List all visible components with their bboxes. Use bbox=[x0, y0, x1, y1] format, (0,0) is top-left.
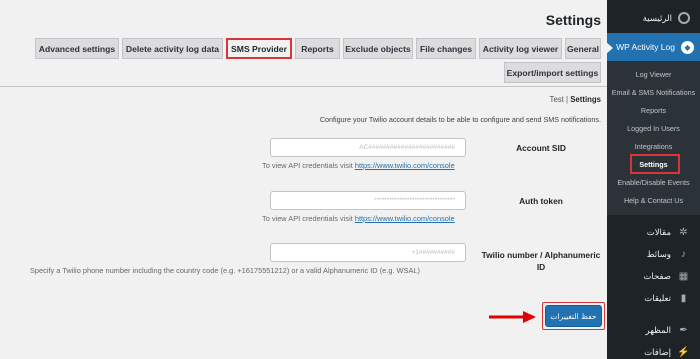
sidebar-item-posts[interactable]: مقالات ✲ bbox=[607, 221, 700, 243]
tab-file-changes[interactable]: File changes bbox=[416, 38, 476, 59]
tab-reports[interactable]: Reports bbox=[295, 38, 340, 59]
settings-tabs: General Activity log viewer File changes… bbox=[19, 38, 601, 84]
pages-icon: ▦ bbox=[678, 270, 689, 282]
tab-delete-activity-log-data[interactable]: Delete activity log data bbox=[122, 38, 223, 59]
subnav-separator: | bbox=[566, 95, 569, 104]
plugins-icon: ⚡ bbox=[677, 346, 690, 358]
auth-token-help-prefix: To view API credentials visit bbox=[262, 214, 353, 223]
sidebar-item-pages[interactable]: صفحات ▦ bbox=[607, 265, 700, 287]
active-notch bbox=[606, 42, 613, 54]
arrow-icon bbox=[489, 311, 536, 323]
sidebar-item-label: صفحات bbox=[643, 270, 671, 281]
media-icon: ♪ bbox=[681, 248, 686, 260]
sidebar-item-appearance[interactable]: المظهر ✒ bbox=[607, 319, 700, 341]
twilio-number-label-line1: Twilio number / Alphanumeric bbox=[481, 250, 601, 260]
subnav-test-link[interactable]: Test bbox=[550, 95, 564, 104]
submenu-reports[interactable]: Reports bbox=[607, 101, 700, 119]
tab-export-import-settings[interactable]: Export/import settings bbox=[504, 62, 601, 83]
submenu-email-sms-notifications[interactable]: Email & SMS Notifications bbox=[607, 83, 700, 101]
submenu-log-viewer[interactable]: Log Viewer bbox=[607, 65, 700, 83]
sidebar-item-dashboard[interactable]: الرئيسية bbox=[607, 7, 700, 29]
shield-icon: ◆ bbox=[681, 40, 694, 54]
account-sid-console-link[interactable]: https://www.twilio.com/console bbox=[355, 161, 455, 170]
save-changes-button[interactable]: حفظ التغييرات bbox=[545, 305, 602, 327]
auth-token-input[interactable] bbox=[270, 191, 466, 210]
twilio-number-input[interactable] bbox=[270, 243, 466, 262]
tab-exclude-objects[interactable]: Exclude objects bbox=[343, 38, 413, 59]
auth-token-help: To view API credentials visit https://ww… bbox=[262, 214, 455, 223]
sidebar-item-label: مقالات bbox=[646, 226, 671, 237]
settings-highlight-box bbox=[630, 154, 680, 174]
submenu-logged-in-users[interactable]: Logged In Users bbox=[607, 119, 700, 137]
account-sid-help-prefix: To view API credentials visit bbox=[262, 161, 353, 170]
sidebar-item-label: وسائط bbox=[646, 248, 671, 259]
auth-token-label: Auth token bbox=[519, 196, 563, 206]
sidebar-item-comments[interactable]: تعليقات ▮ bbox=[607, 287, 700, 309]
submenu-integrations[interactable]: Integrations bbox=[607, 137, 700, 155]
sidebar-item-label: الرئيسية bbox=[642, 12, 672, 23]
submenu-enable-disable-events[interactable]: Enable/Disable Events bbox=[607, 173, 700, 191]
sidebar-item-label: إضافات bbox=[644, 346, 671, 357]
auth-token-console-link[interactable]: https://www.twilio.com/console bbox=[355, 214, 455, 223]
admin-sidebar: الرئيسية WP Activity Log ◆ Log Viewer Em… bbox=[606, 0, 700, 359]
comments-icon: ▮ bbox=[680, 292, 687, 304]
sidebar-item-label: المظهر bbox=[645, 324, 671, 335]
page-title: Settings bbox=[545, 12, 601, 28]
sidebar-item-label: WP Activity Log bbox=[616, 42, 675, 52]
sidebar-item-label: تعليقات bbox=[644, 292, 671, 303]
sidebar-item-media[interactable]: وسائط ♪ bbox=[607, 243, 700, 265]
tab-advanced-settings[interactable]: Advanced settings bbox=[35, 38, 119, 59]
twilio-number-help: Specify a Twilio phone number including … bbox=[30, 266, 420, 275]
tabs-divider bbox=[0, 86, 607, 87]
appearance-icon: ✒ bbox=[679, 324, 688, 336]
submenu-help-contact[interactable]: Help & Contact Us bbox=[607, 191, 700, 209]
section-description: Configure your Twilio account details to… bbox=[319, 115, 601, 124]
tab-general[interactable]: General bbox=[565, 38, 601, 59]
sidebar-item-wp-activity-log[interactable]: WP Activity Log ◆ bbox=[606, 33, 700, 61]
sidebar-item-plugins[interactable]: إضافات ⚡ bbox=[607, 341, 700, 359]
dashboard-icon bbox=[678, 12, 690, 24]
submenu-settings[interactable]: Settings bbox=[607, 154, 700, 174]
plugin-submenu: Log Viewer Email & SMS Notifications Rep… bbox=[607, 61, 700, 215]
twilio-number-label: Twilio number / Alphanumeric ID bbox=[481, 249, 601, 273]
twilio-number-label-line2: ID bbox=[536, 262, 546, 272]
pin-icon: ✲ bbox=[679, 226, 688, 238]
account-sid-label: Account SID bbox=[516, 143, 566, 153]
account-sid-help: To view API credentials visit https://ww… bbox=[262, 161, 455, 170]
tab-activity-log-viewer[interactable]: Activity log viewer bbox=[479, 38, 562, 59]
subnav-settings-current: Settings bbox=[570, 95, 601, 104]
main-content: Settings General Activity log viewer Fil… bbox=[0, 0, 607, 359]
tab-sms-provider[interactable]: SMS Provider bbox=[226, 38, 292, 59]
account-sid-input[interactable] bbox=[270, 138, 466, 157]
sub-navigation: Test | Settings bbox=[550, 95, 601, 104]
